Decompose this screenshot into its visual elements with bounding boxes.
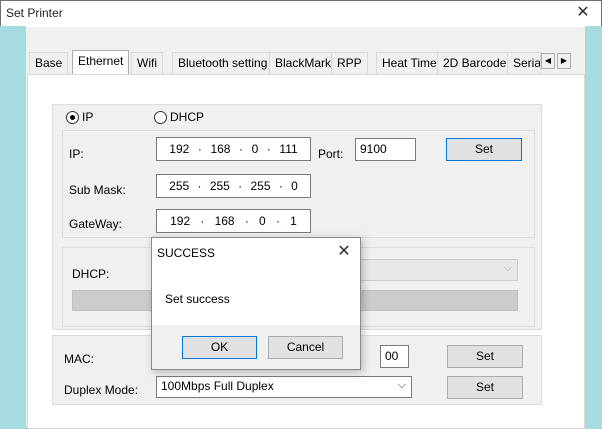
port-field[interactable]: 9100 <box>355 138 416 161</box>
tab-ethernet[interactable]: Ethernet <box>72 50 130 74</box>
duplex-label: Duplex Mode: <box>64 383 139 397</box>
mask-octet-2: 255 <box>209 179 230 193</box>
ip-octet-1: 192 <box>169 142 190 156</box>
dialog-close-icon[interactable]: ✕ <box>334 241 354 261</box>
duplex-dropdown[interactable]: 100Mbps Full Duplex ⌵ <box>156 376 412 398</box>
tab-wifi[interactable]: Wifi <box>131 52 163 74</box>
mask-octet-3: 255 <box>250 179 271 193</box>
gw-octet-2: 168 <box>214 214 235 228</box>
mac-set-button[interactable]: Set <box>447 345 523 368</box>
gw-dot-3: · <box>275 214 280 228</box>
tab-2d-barcode[interactable]: 2D Barcode <box>437 52 513 74</box>
radio-ip-indicator <box>66 110 79 124</box>
duplex-set-button[interactable]: Set <box>447 376 523 399</box>
gateway-field[interactable]: 192 · 168 · 0 · 1 <box>156 209 311 233</box>
tab-scroll-left-icon[interactable]: ◀ <box>541 53 555 69</box>
radio-dhcp-label: DHCP <box>170 110 205 124</box>
dhcp-label: DHCP: <box>72 267 110 281</box>
gw-octet-3: 0 <box>259 214 266 228</box>
window-title: Set Printer <box>6 6 63 20</box>
radio-ip-label: IP <box>82 110 94 124</box>
cancel-button[interactable]: Cancel <box>268 336 343 359</box>
submask-label: Sub Mask: <box>69 183 126 197</box>
ip-octet-4: 111 <box>279 142 298 156</box>
tab-blackmark[interactable]: BlackMark <box>269 52 338 74</box>
mac-label: MAC: <box>64 352 94 366</box>
gw-dot-1: · <box>200 214 205 228</box>
gw-octet-4: 1 <box>290 214 297 228</box>
mask-dot-3: · <box>278 179 283 193</box>
ip-address-field[interactable]: 192 · 168 · 0 · 111 <box>156 137 311 161</box>
chevron-down-icon: ⌵ <box>397 379 406 391</box>
right-border <box>585 26 602 429</box>
radio-dhcp-indicator <box>154 110 167 124</box>
ip-dot-2: · <box>239 142 244 156</box>
tab-serial[interactable]: Serial <box>507 52 541 74</box>
tab-base[interactable]: Base <box>29 52 69 74</box>
submask-field[interactable]: 255 · 255 · 255 · 0 <box>156 174 311 198</box>
mac-field[interactable]: 00 <box>380 345 409 368</box>
port-label: Port: <box>318 147 344 161</box>
tab-bluetooth-setting[interactable]: Bluetooth setting <box>172 52 274 74</box>
tab-strip: Base Ethernet Wifi Bluetooth setting Bla… <box>27 50 585 76</box>
ip-label: IP: <box>69 147 84 161</box>
chevron-down-icon: ⌵ <box>503 262 512 274</box>
tab-rpp[interactable]: RPP <box>331 52 368 74</box>
title-bar: Set Printer ✕ <box>1 1 601 27</box>
left-border <box>0 26 26 429</box>
duplex-value: 100Mbps Full Duplex <box>161 379 274 393</box>
static-ip-group: IP: 192 · 168 · 0 · 111 Port: 9100 Set Sub … <box>62 130 535 238</box>
ip-octet-3: 0 <box>251 142 259 156</box>
dialog-title: SUCCESS <box>157 246 216 260</box>
dialog-message: Set success <box>165 292 230 306</box>
radio-dhcp[interactable]: DHCP <box>154 110 204 124</box>
mask-octet-1: 255 <box>169 179 190 193</box>
gw-octet-1: 192 <box>170 214 191 228</box>
mask-dot-2: · <box>238 179 243 193</box>
success-dialog: SUCCESS ✕ Set success OK Cancel <box>151 237 361 370</box>
mask-dot-1: · <box>197 179 202 193</box>
gw-dot-2: · <box>244 214 249 228</box>
dialog-footer: OK Cancel <box>152 325 360 369</box>
ip-set-button[interactable]: Set <box>446 138 522 161</box>
gateway-label: GateWay: <box>69 217 122 231</box>
ip-octet-2: 168 <box>210 142 231 156</box>
tab-scroll-right-icon[interactable]: ▶ <box>557 53 571 69</box>
tab-heat-time[interactable]: Heat Time <box>376 52 443 74</box>
radio-ip[interactable]: IP <box>66 110 93 124</box>
window-close-icon[interactable]: ✕ <box>571 3 595 23</box>
ip-dot-1: · <box>197 142 202 156</box>
ip-dot-3: · <box>266 142 271 156</box>
ok-button[interactable]: OK <box>182 336 257 359</box>
mask-octet-4: 0 <box>291 179 298 193</box>
